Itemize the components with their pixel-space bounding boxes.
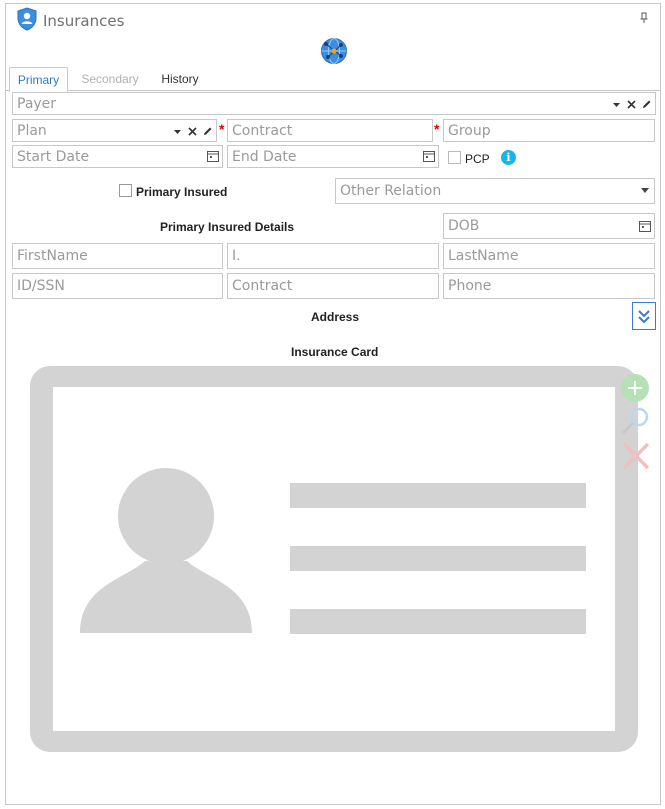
tab-secondary[interactable]: Secondary — [74, 67, 146, 91]
end-date-placeholder: End Date — [232, 149, 297, 165]
insurances-panel: Insurances Primary Secondary History Pay… — [5, 3, 661, 805]
last-name-field[interactable]: LastName — [443, 243, 655, 269]
address-expand-button[interactable] — [632, 302, 656, 330]
pencil-icon[interactable] — [641, 99, 652, 110]
chevron-down-icon[interactable] — [611, 99, 622, 110]
double-chevron-down-icon — [638, 310, 650, 324]
calendar-icon[interactable] — [207, 150, 219, 162]
contract-field[interactable]: Contract — [227, 119, 433, 142]
tab-history[interactable]: History — [154, 67, 206, 91]
phone-field[interactable]: Phone — [443, 273, 655, 299]
payer-field[interactable]: Payer — [12, 92, 656, 115]
chevron-down-icon[interactable] — [641, 188, 649, 193]
info-icon[interactable]: i — [501, 150, 516, 165]
start-date-placeholder: Start Date — [17, 149, 90, 165]
address-heading: Address — [311, 310, 360, 324]
plan-field[interactable]: Plan — [12, 119, 217, 142]
middle-initial-placeholder: I. — [232, 248, 241, 264]
dob-field[interactable]: DOB — [443, 213, 655, 239]
tab-bar: Primary Secondary History — [6, 67, 660, 92]
first-name-placeholder: FirstName — [17, 248, 88, 264]
panel-header: Insurances — [6, 4, 660, 36]
primary-insured-checkbox[interactable] — [119, 184, 132, 197]
insured-contract-field[interactable]: Contract — [227, 273, 439, 299]
add-icon[interactable] — [621, 374, 649, 402]
id-ssn-placeholder: ID/SSN — [17, 278, 65, 294]
card-action-icons — [621, 374, 650, 470]
insured-contract-placeholder: Contract — [232, 278, 293, 294]
calendar-icon[interactable] — [639, 220, 651, 232]
dob-placeholder: DOB — [448, 218, 480, 234]
insurance-card-heading: Insurance Card — [291, 345, 379, 359]
pin-icon[interactable] — [638, 12, 650, 24]
group-field[interactable]: Group — [443, 119, 655, 142]
payer-placeholder: Payer — [17, 96, 57, 112]
other-relation-select[interactable]: Other Relation — [335, 178, 655, 204]
panel-title: Insurances — [43, 12, 125, 30]
pencil-icon[interactable] — [202, 126, 213, 137]
end-date-field[interactable]: End Date — [227, 145, 439, 168]
close-icon[interactable] — [626, 99, 637, 110]
last-name-placeholder: LastName — [448, 248, 519, 264]
shield-user-icon — [17, 7, 37, 31]
plan-placeholder: Plan — [17, 123, 47, 139]
close-icon[interactable] — [187, 126, 198, 137]
delete-icon[interactable] — [622, 442, 650, 470]
phone-placeholder: Phone — [448, 278, 492, 294]
pcp-label: PCP — [465, 152, 490, 166]
required-marker: * — [434, 121, 440, 137]
primary-insured-label: Primary Insured — [136, 185, 228, 199]
insurance-card-placeholder — [30, 366, 638, 752]
calendar-icon[interactable] — [423, 150, 435, 162]
start-date-field[interactable]: Start Date — [12, 145, 223, 168]
required-marker: * — [219, 121, 225, 137]
tab-primary[interactable]: Primary — [9, 67, 68, 92]
contract-placeholder: Contract — [232, 123, 293, 139]
chevron-down-icon[interactable] — [172, 126, 183, 137]
magnifier-icon[interactable] — [621, 407, 649, 435]
group-placeholder: Group — [448, 123, 491, 139]
id-ssn-field[interactable]: ID/SSN — [12, 273, 223, 299]
pcp-checkbox[interactable] — [448, 151, 461, 164]
globe-network-icon[interactable] — [320, 37, 348, 65]
middle-initial-field[interactable]: I. — [227, 243, 439, 269]
insured-details-heading: Primary Insured Details — [160, 220, 295, 234]
first-name-field[interactable]: FirstName — [12, 243, 223, 269]
other-relation-placeholder: Other Relation — [340, 183, 442, 199]
